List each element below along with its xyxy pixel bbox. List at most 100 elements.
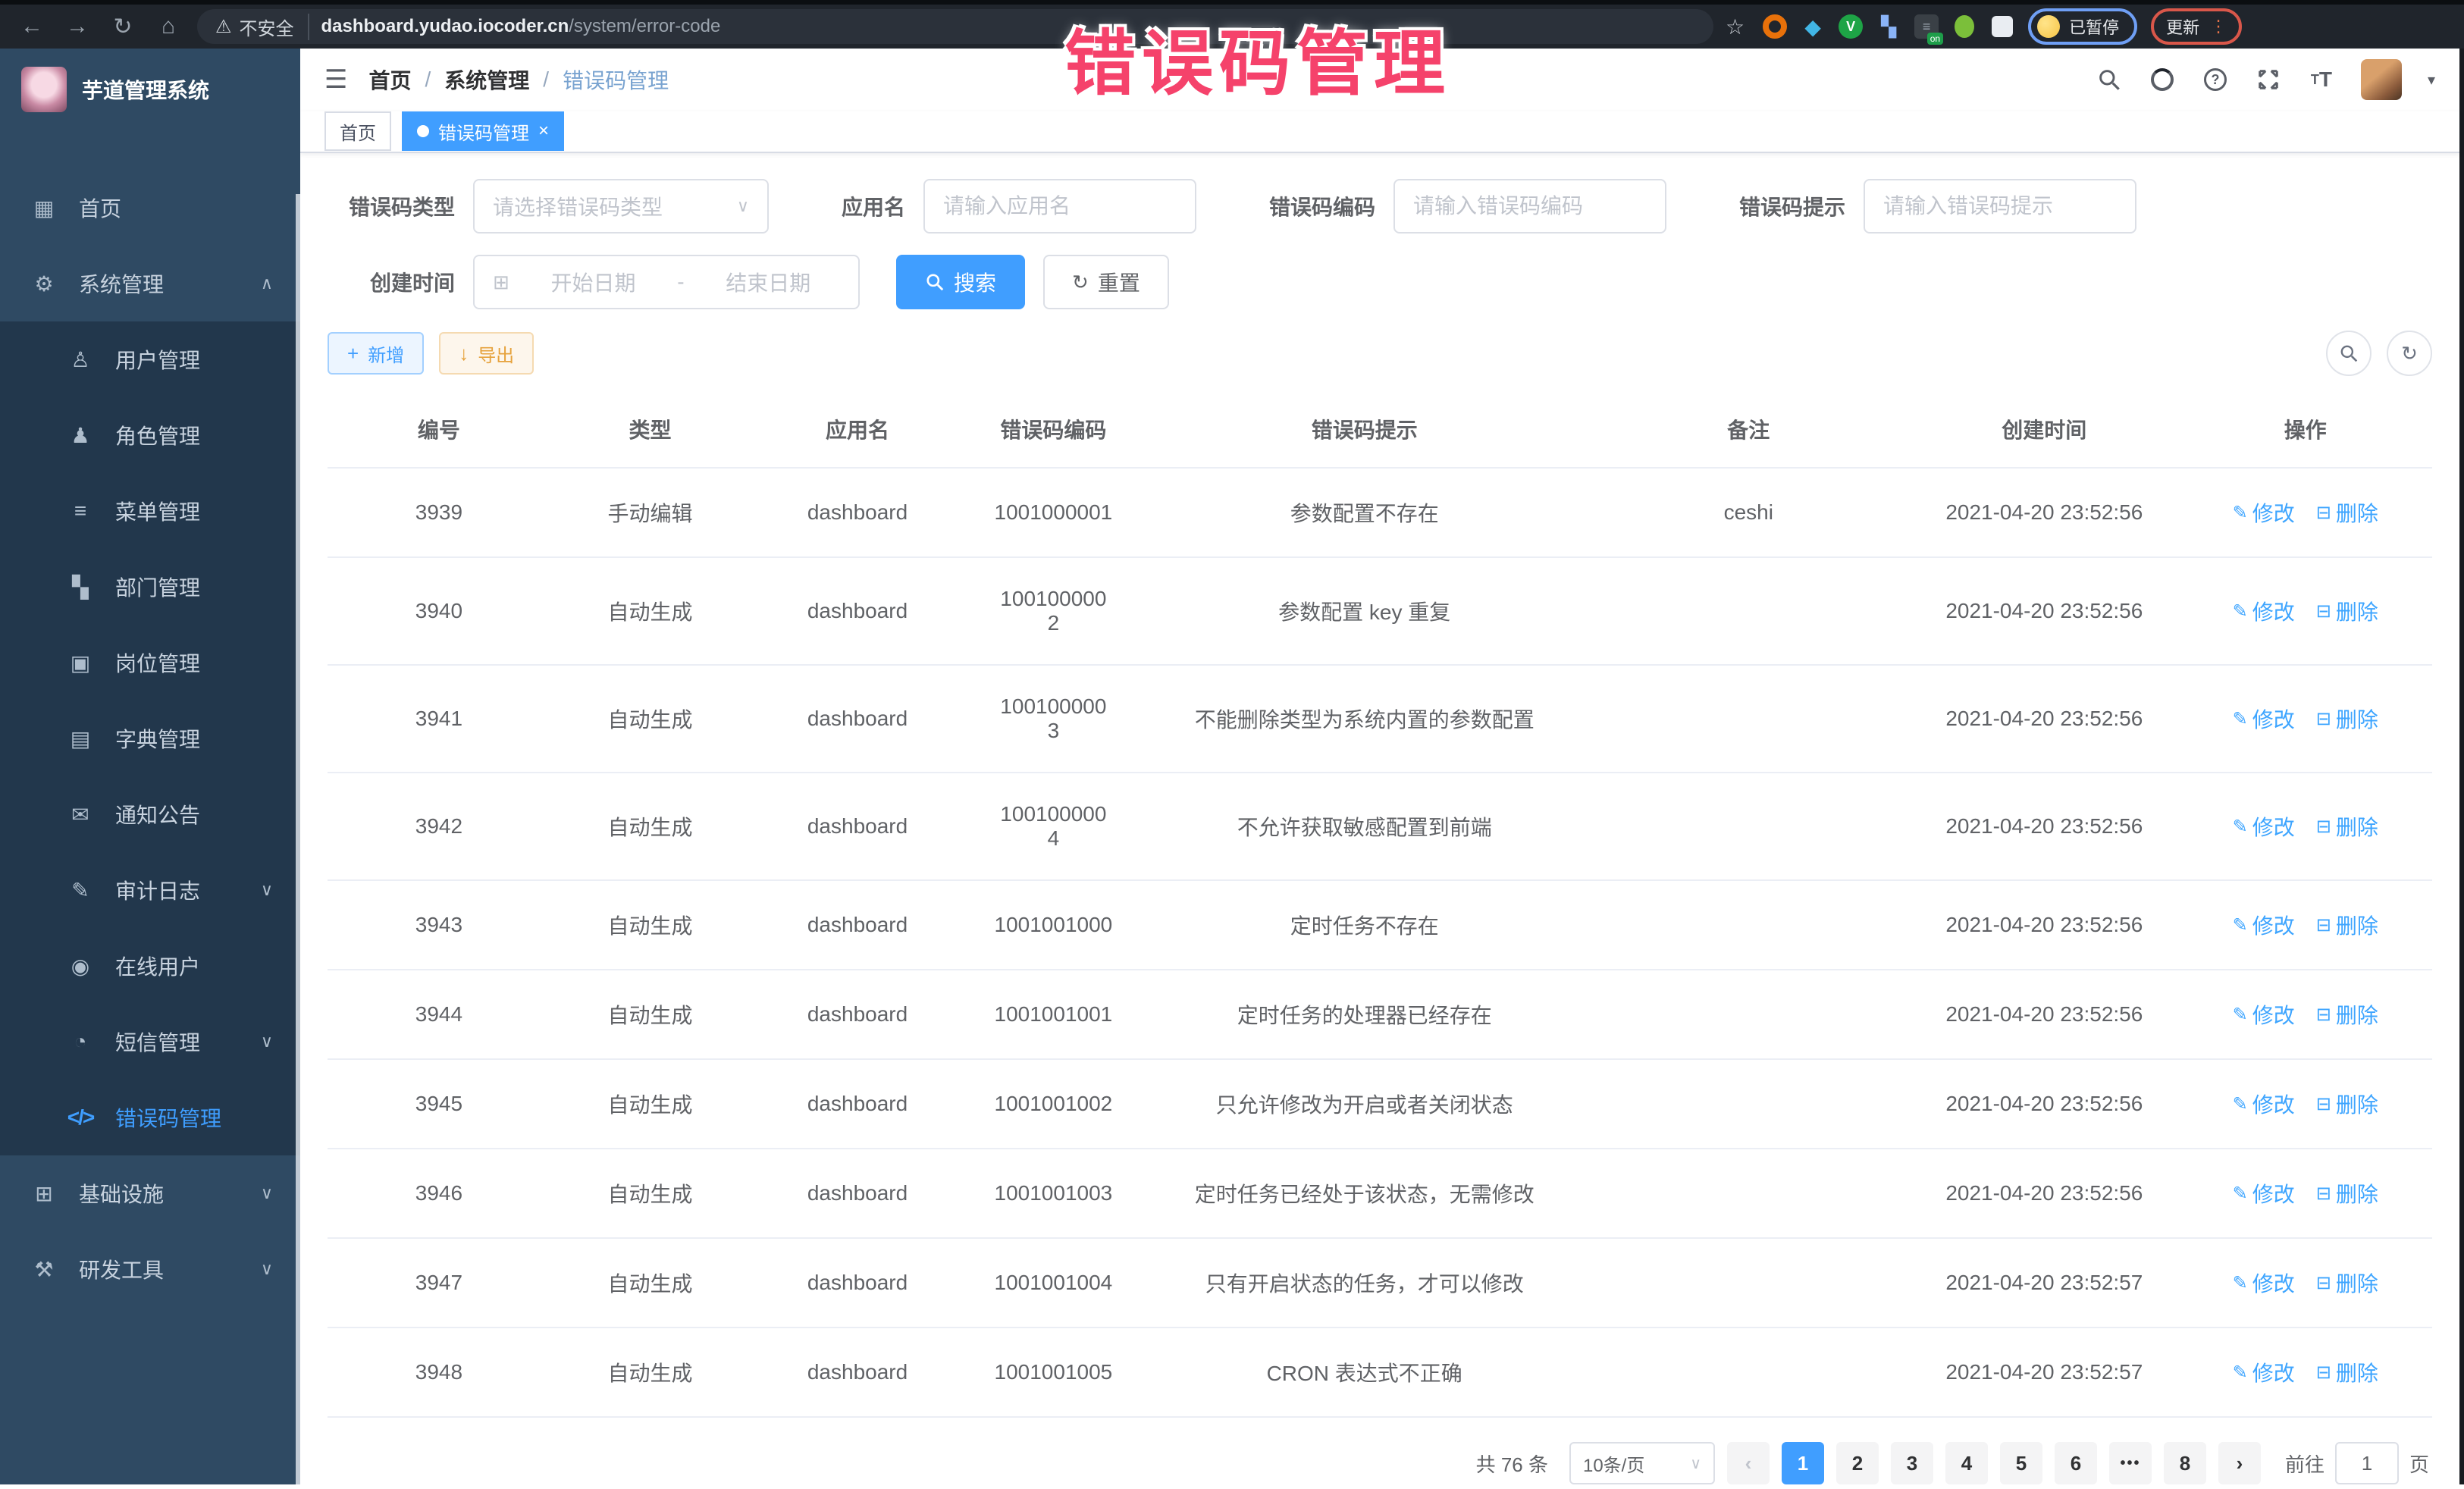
edit-link[interactable]: ✎修改 (2233, 1357, 2295, 1387)
search-icon[interactable] (2096, 66, 2123, 93)
help-icon[interactable]: ? (2202, 66, 2229, 93)
extension-icon-gem[interactable]: ◆ (1801, 14, 1825, 39)
next-page-button[interactable]: › (2218, 1442, 2261, 1484)
breadcrumb-home[interactable]: 首页 (368, 64, 411, 95)
edit-link[interactable]: ✎修改 (2233, 999, 2295, 1030)
delete-link[interactable]: ⊟删除 (2316, 497, 2378, 528)
page-button-4[interactable]: 4 (1945, 1442, 1988, 1484)
extension-icon-key[interactable] (1952, 14, 1977, 39)
delete-link[interactable]: ⊟删除 (2316, 596, 2378, 626)
refresh-table-button[interactable]: ↻ (2387, 331, 2432, 376)
reset-button[interactable]: ↻ 重置 (1043, 255, 1169, 309)
monitor-icon: ⊞ (30, 1181, 58, 1206)
toggle-search-button[interactable] (2326, 331, 2372, 376)
delete-link[interactable]: ⊟删除 (2316, 1268, 2378, 1298)
delete-link[interactable]: ⊟删除 (2316, 1178, 2378, 1208)
profile-paused-chip[interactable]: 已暂停 (2028, 8, 2137, 45)
extension-icon-orange[interactable] (1763, 14, 1787, 39)
delete-link[interactable]: ⊟删除 (2316, 704, 2378, 734)
sidebar-item-home[interactable]: ▦ 首页 (0, 170, 300, 246)
export-button[interactable]: ↓ 导出 (439, 332, 534, 375)
page-button-5[interactable]: 5 (2000, 1442, 2042, 1484)
avatar[interactable] (2361, 59, 2402, 100)
hamburger-icon[interactable]: ☰ (324, 64, 347, 95)
prev-page-button[interactable]: ‹ (1727, 1442, 1770, 1484)
extension-icon-switch[interactable]: ≡on (1914, 14, 1939, 39)
app-name-input[interactable] (943, 194, 1177, 218)
edit-link[interactable]: ✎修改 (2233, 910, 2295, 940)
delete-link[interactable]: ⊟删除 (2316, 910, 2378, 940)
delete-icon: ⊟ (2316, 1183, 2331, 1205)
close-icon[interactable]: × (538, 122, 549, 140)
delete-link[interactable]: ⊟删除 (2316, 999, 2378, 1030)
edit-link[interactable]: ✎修改 (2233, 811, 2295, 842)
fullscreen-icon[interactable] (2255, 66, 2282, 93)
edit-icon: ✎ (2233, 914, 2248, 936)
header-ops: 操作 (2179, 391, 2432, 468)
breadcrumb-system[interactable]: 系统管理 (444, 64, 529, 95)
sidebar-item-devtool[interactable]: ⚒ 研发工具 ∨ (0, 1231, 300, 1307)
delete-link[interactable]: ⊟删除 (2316, 1089, 2378, 1119)
sidebar-item-errcode[interactable]: </> 错误码管理 (0, 1080, 300, 1155)
page-button-6[interactable]: 6 (2055, 1442, 2097, 1484)
sidebar-item-menu[interactable]: ≡ 菜单管理 (0, 473, 300, 549)
edit-link[interactable]: ✎修改 (2233, 1178, 2295, 1208)
search-button[interactable]: 搜索 (896, 255, 1025, 309)
browser-update-button[interactable]: 更新 ⋮ (2151, 8, 2242, 45)
edit-link[interactable]: ✎修改 (2233, 1089, 2295, 1119)
sidebar-item-role[interactable]: ♟ 角色管理 (0, 397, 300, 473)
logo-row[interactable]: 芋道管理系统 (0, 49, 300, 118)
page-button-1[interactable]: 1 (1782, 1442, 1824, 1484)
edit-link[interactable]: ✎修改 (2233, 596, 2295, 626)
add-button[interactable]: + 新增 (328, 332, 424, 375)
sidebar-item-notice[interactable]: ✉ 通知公告 (0, 776, 300, 852)
browser-toolbar: ← → ↻ ⌂ ⚠ 不安全 dashboard.yudao.iocoder.cn… (0, 0, 2464, 49)
delete-link[interactable]: ⊟删除 (2316, 1357, 2378, 1387)
font-size-icon[interactable]: TT (2308, 66, 2335, 93)
edit-link[interactable]: ✎修改 (2233, 1268, 2295, 1298)
sidebar-item-online[interactable]: ◉ 在线用户 (0, 928, 300, 1004)
edit-link[interactable]: ✎修改 (2233, 704, 2295, 734)
goto-page-input[interactable] (2335, 1442, 2399, 1484)
browser-home-icon[interactable]: ⌂ (152, 14, 185, 39)
error-code-input[interactable] (1413, 194, 1647, 218)
sidebar-item-sms[interactable]: ◔ 短信管理 ∨ (0, 1004, 300, 1080)
tag-errcode[interactable]: 错误码管理 × (402, 111, 564, 151)
sidebar-item-user[interactable]: ♙ 用户管理 (0, 321, 300, 397)
page-button-2[interactable]: 2 (1836, 1442, 1879, 1484)
sidebar-item-audit[interactable]: ✎ 审计日志 ∨ (0, 852, 300, 928)
error-type-select[interactable]: 请选择错误码类型 ∨ (473, 179, 769, 234)
sidebar-item-dept[interactable]: ▚ 部门管理 (0, 549, 300, 625)
more-pages-button[interactable]: ••• (2109, 1442, 2152, 1484)
browser-reload-icon[interactable]: ↻ (106, 14, 140, 40)
filter-type-label: 错误码类型 (328, 191, 455, 221)
sidebar-item-dict[interactable]: ▤ 字典管理 (0, 701, 300, 776)
org-tree-icon: ▚ (67, 575, 94, 600)
bookmark-star-icon[interactable]: ☆ (1726, 14, 1745, 39)
edit-icon: ✎ (2233, 1362, 2248, 1384)
sidebar-item-system[interactable]: ⚙ 系统管理 ∧ (0, 246, 300, 321)
browser-forward-icon[interactable]: → (61, 14, 94, 39)
edit-icon: ✎ (2233, 1183, 2248, 1205)
sidebar-item-post[interactable]: ▣ 岗位管理 (0, 625, 300, 701)
extension-icon-tiles[interactable]: ▚ (1876, 14, 1901, 39)
dictionary-icon: ▤ (67, 726, 94, 751)
caret-down-icon[interactable]: ▾ (2428, 71, 2435, 89)
tag-home[interactable]: 首页 (324, 111, 391, 151)
address-bar[interactable]: ⚠ 不安全 dashboard.yudao.iocoder.cn/system/… (197, 9, 1713, 44)
page-button-3[interactable]: 3 (1891, 1442, 1933, 1484)
security-label[interactable]: ⚠ 不安全 (215, 14, 309, 40)
page-button-8[interactable]: 8 (2164, 1442, 2206, 1484)
browser-back-icon[interactable]: ← (15, 14, 49, 39)
announcement-icon: ✉ (67, 802, 94, 827)
edit-link[interactable]: ✎修改 (2233, 497, 2295, 528)
extension-icon-vue[interactable]: V (1839, 14, 1863, 39)
error-hint-input[interactable] (1883, 194, 2117, 218)
delete-link[interactable]: ⊟删除 (2316, 811, 2378, 842)
date-range-picker[interactable]: ⊞ 开始日期 - 结束日期 (473, 255, 860, 309)
github-icon[interactable] (2149, 66, 2176, 93)
delete-icon: ⊟ (2316, 1272, 2331, 1294)
page-size-select[interactable]: 10条/页 ∨ (1569, 1442, 1715, 1484)
sidebar-item-infra[interactable]: ⊞ 基础设施 ∨ (0, 1155, 300, 1231)
extensions-puzzle-icon[interactable] (1990, 14, 2014, 39)
